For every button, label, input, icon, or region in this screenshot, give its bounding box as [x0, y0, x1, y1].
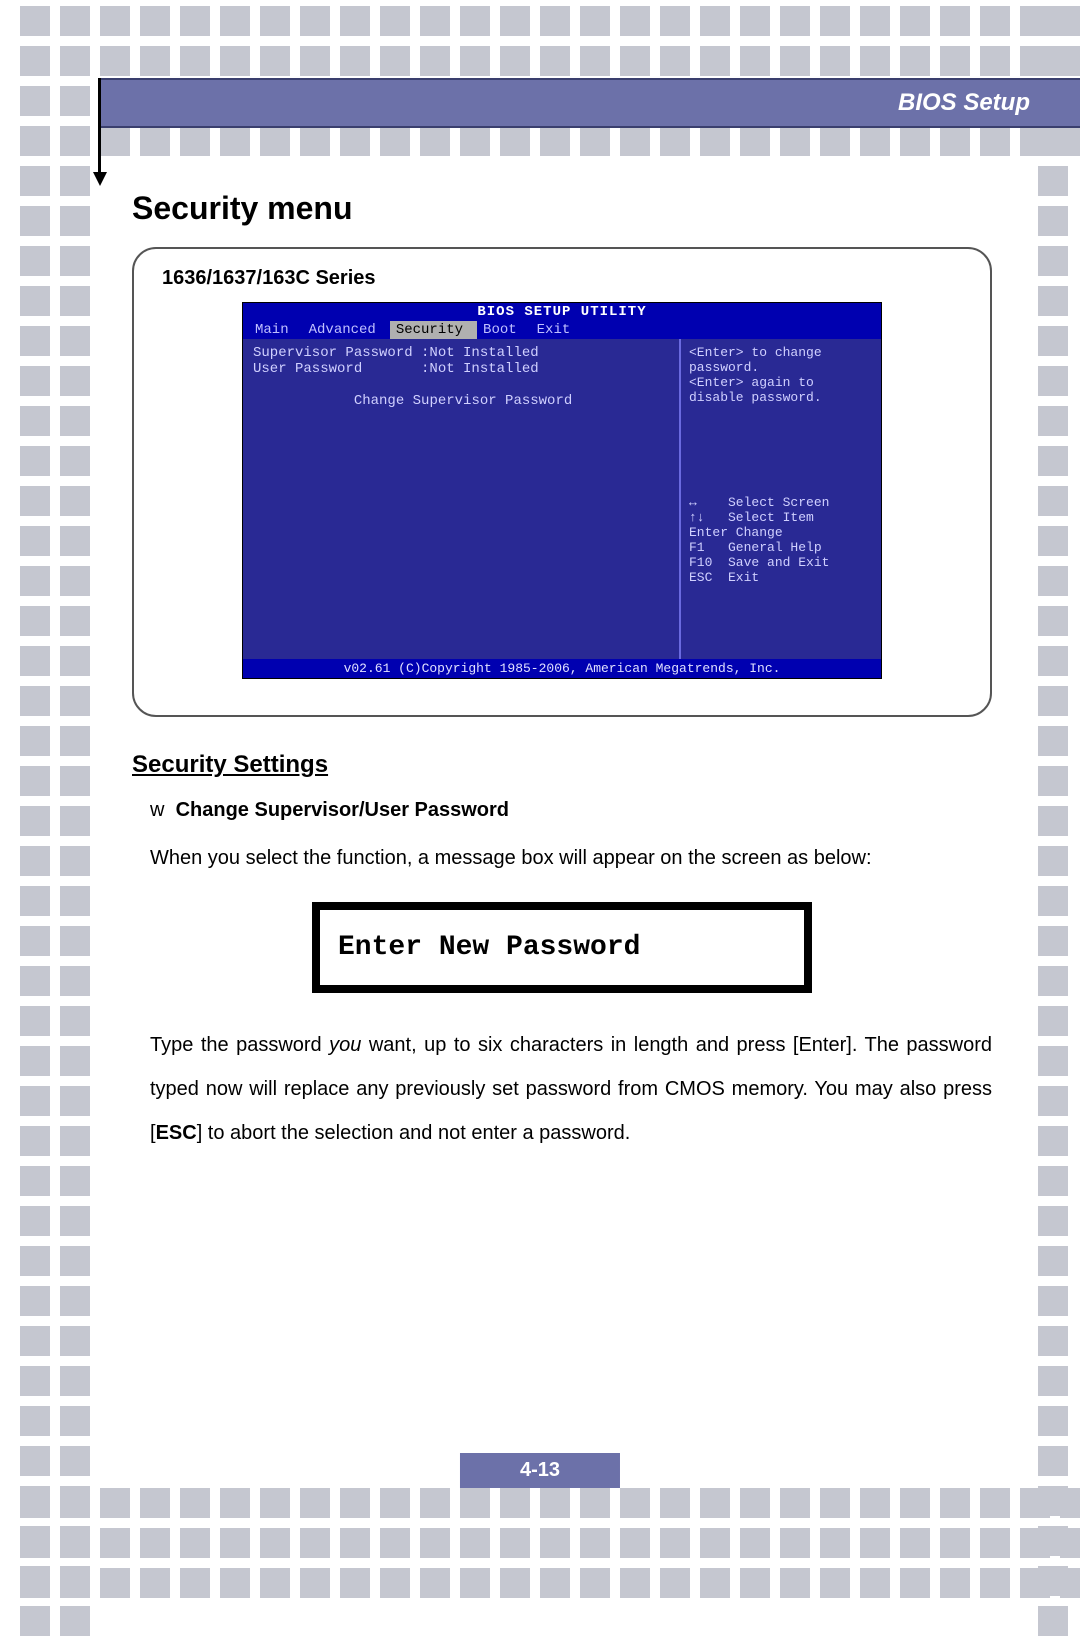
- bios-key-line: ↑↓ Select Item: [689, 510, 873, 525]
- text: ] to abort the selection and not enter a…: [197, 1122, 631, 1144]
- bios-key-line: F10 Save and Exit: [689, 555, 873, 570]
- page-number: 4-13: [460, 1453, 620, 1488]
- bios-row-label: Change Supervisor Password: [354, 393, 572, 409]
- header-connector-line: [98, 78, 101, 178]
- bios-key-line: F1 General Help: [689, 540, 873, 555]
- deco-col: [20, 6, 50, 1636]
- paragraph-1: When you select the function, a message …: [150, 836, 992, 880]
- bios-right-pane: <Enter> to change password. <Enter> agai…: [681, 339, 881, 659]
- series-label: 1636/1637/163C Series: [162, 267, 962, 290]
- bios-row: User Password :Not Installed: [253, 361, 669, 377]
- deco-row: [20, 1528, 1080, 1558]
- header-bar: BIOS Setup: [98, 78, 1080, 128]
- bios-title: BIOS SETUP UTILITY: [243, 303, 881, 321]
- text: Type the password: [150, 1034, 329, 1056]
- bullet-line: w Change Supervisor/User Password: [150, 799, 992, 822]
- page-content: Security menu 1636/1637/163C Series BIOS…: [132, 190, 992, 1434]
- page-title: Security menu: [132, 190, 992, 227]
- bios-help-text: <Enter> to change password. <Enter> agai…: [689, 345, 873, 495]
- deco-row: [20, 126, 1080, 156]
- bios-left-pane: Supervisor Password :Not Installed User …: [243, 339, 681, 659]
- bios-row-change-supervisor[interactable]: Change Supervisor Password: [253, 377, 669, 425]
- bios-key-line: ↔ Select Screen: [689, 495, 873, 510]
- bios-key-line: ESC Exit: [689, 570, 873, 585]
- bullet-title: Change Supervisor/User Password: [176, 799, 509, 821]
- bios-screen: BIOS SETUP UTILITY Main Advanced Securit…: [242, 302, 882, 679]
- bios-menu-bar: Main Advanced Security Boot Exit: [243, 321, 881, 339]
- bios-help-line: <Enter> again to: [689, 375, 873, 390]
- deco-col: [1038, 6, 1068, 1636]
- arrow-down-icon: [93, 172, 107, 186]
- bios-help-line: <Enter> to change: [689, 345, 873, 360]
- paragraph-2: Type the password you want, up to six ch…: [150, 1023, 992, 1155]
- screenshot-panel: 1636/1637/163C Series BIOS SETUP UTILITY…: [132, 247, 992, 717]
- bios-row: Supervisor Password :Not Installed: [253, 345, 669, 361]
- header-title: BIOS Setup: [898, 89, 1030, 117]
- deco-row: [20, 6, 1080, 36]
- bios-key-line: Enter Change: [689, 525, 873, 540]
- deco-col: [60, 6, 90, 1636]
- deco-row: [20, 46, 1080, 76]
- text-esc: ESC: [156, 1122, 197, 1144]
- bios-help-line: password.: [689, 360, 873, 375]
- bios-body: Supervisor Password :Not Installed User …: [243, 339, 881, 659]
- bios-menu-main[interactable]: Main: [249, 321, 303, 339]
- bios-menu-security[interactable]: Security: [390, 321, 477, 339]
- bios-key-legend: ↔ Select Screen ↑↓ Select Item Enter Cha…: [689, 495, 873, 585]
- bios-menu-advanced[interactable]: Advanced: [303, 321, 390, 339]
- bios-menu-boot[interactable]: Boot: [477, 321, 531, 339]
- bios-help-line: disable password.: [689, 390, 873, 405]
- bios-footer: v02.61 (C)Copyright 1985-2006, American …: [243, 659, 881, 678]
- bullet-marker: w: [150, 799, 164, 821]
- deco-row: [20, 1488, 1080, 1518]
- text-you: you: [329, 1034, 361, 1056]
- bios-menu-exit[interactable]: Exit: [531, 321, 585, 339]
- section-heading: Security Settings: [132, 751, 992, 779]
- deco-row: [20, 1568, 1080, 1598]
- enter-password-box: Enter New Password: [312, 902, 812, 993]
